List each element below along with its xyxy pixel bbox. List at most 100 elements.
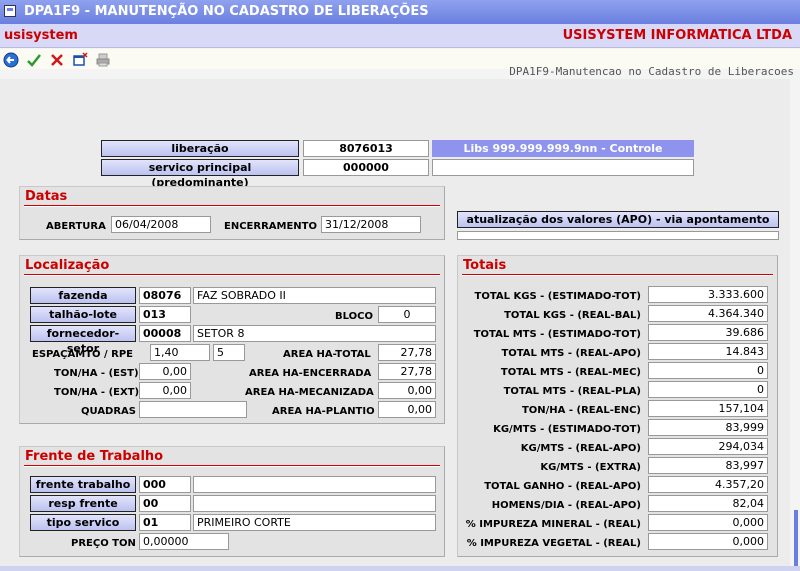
liberacao-field[interactable]: 8076013 <box>303 140 429 157</box>
ton-ext-field[interactable]: 0,00 <box>139 382 191 399</box>
totais-row-label: TON/HA - (REAL-ENC) <box>521 405 641 416</box>
totais-row-label: % IMPUREZA VEGETAL - (REAL) <box>466 538 641 549</box>
totais-row-value: 0,000 <box>648 533 768 550</box>
rpe-field[interactable]: 5 <box>213 344 245 361</box>
servico-description-field <box>432 159 694 176</box>
ton-est-label: TON/HA - (EST) <box>54 368 139 379</box>
area-plantio-label: AREA HA-PLANTIO <box>272 406 375 417</box>
confirm-check-icon[interactable] <box>26 52 42 68</box>
totais-row-value: 83,997 <box>648 457 768 474</box>
totais-row-label: TOTAL MTS - (REAL-APO) <box>501 348 641 359</box>
servico-principal-button[interactable]: servico principal (predominante) <box>101 159 299 189</box>
area-mecanizada-field[interactable]: 0,00 <box>378 382 436 399</box>
totais-row-value: 294,034 <box>648 438 768 455</box>
totais-title: Totais <box>463 258 507 273</box>
libs-info-banner: Libs 999.999.999.9nn - Controle <box>432 140 694 157</box>
tipo-desc-field: PRIMEIRO CORTE <box>193 514 436 531</box>
totais-row-value: 0 <box>648 381 768 398</box>
totais-row-value: 14.843 <box>648 343 768 360</box>
localizacao-panel: Localização fazenda 08076 FAZ SOBRADO II… <box>19 255 445 424</box>
fornecedor-code-field[interactable]: 00008 <box>139 325 191 342</box>
preco-ton-field[interactable]: 0,00000 <box>139 533 229 550</box>
liberacao-button[interactable]: liberação <box>101 140 299 157</box>
cancel-x-icon[interactable] <box>49 52 65 68</box>
window-title: DPA1F9 - MANUTENÇÃO NO CADASTRO DE LIBER… <box>24 4 429 19</box>
totais-row-label: TOTAL MTS - (ESTIMADO-TOT) <box>473 329 641 340</box>
resp-desc-field <box>193 495 436 512</box>
preco-ton-label: PREÇO TON <box>71 538 136 549</box>
talhao-lote-button[interactable]: talhão-lote <box>30 306 136 323</box>
area-total-label: AREA HA-TOTAL <box>283 349 371 360</box>
company-name: USISYSTEM INFORMATICA LTDA <box>562 28 792 43</box>
app-name: usisystem <box>4 28 78 43</box>
encerramento-label: ENCERRAMENTO <box>224 221 317 232</box>
frente-trabalho-panel: Frente de Trabalho frente trabalho 000 r… <box>19 446 445 557</box>
back-icon[interactable] <box>3 52 19 68</box>
totais-row-value: 4.364.340 <box>648 305 768 322</box>
frente-code-field[interactable]: 000 <box>139 476 191 493</box>
totais-row-label: % IMPUREZA MINERAL - (REAL) <box>465 519 641 530</box>
tipo-servico-button[interactable]: tipo servico <box>30 514 136 531</box>
tipo-code-field[interactable]: 01 <box>139 514 191 531</box>
quadras-label: QUADRAS <box>81 406 136 417</box>
totais-row-value: 4.357,20 <box>648 476 768 493</box>
totais-row-label: TOTAL KGS - (ESTIMADO-TOT) <box>474 291 641 302</box>
totais-row-value: 0,000 <box>648 514 768 531</box>
fazenda-name-field: FAZ SOBRADO II <box>193 287 436 304</box>
totais-row-label: KG/MTS - (REAL-APO) <box>520 443 641 454</box>
fazenda-button[interactable]: fazenda <box>30 287 136 304</box>
window-icon <box>4 5 16 17</box>
servico-principal-field[interactable]: 000000 <box>303 159 429 176</box>
totais-panel: Totais TOTAL KGS - (ESTIMADO-TOT) 3.333.6… <box>457 255 778 557</box>
datas-panel: Datas ABERTURA 06/04/2008 ENCERRAMENTO 3… <box>19 186 445 240</box>
abertura-label: ABERTURA <box>46 221 106 232</box>
totais-row-label: TOTAL MTS - (REAL-MEC) <box>500 367 641 378</box>
totais-row-value: 82,04 <box>648 495 768 512</box>
new-window-icon[interactable] <box>72 52 88 68</box>
totais-row-label: TOTAL MTS - (REAL-PLA) <box>503 386 641 397</box>
frente-trabalho-button[interactable]: frente trabalho <box>30 476 136 493</box>
resp-frente-button[interactable]: resp frente <box>30 495 136 512</box>
ton-est-field[interactable]: 0,00 <box>139 363 191 380</box>
apontamento-status-field <box>457 231 779 240</box>
totais-divider <box>462 274 773 276</box>
totais-row-value: 0 <box>648 362 768 379</box>
espacamento-field[interactable]: 1,40 <box>150 344 210 361</box>
area-encerrada-field[interactable]: 27,78 <box>378 363 436 380</box>
quadras-field[interactable] <box>139 401 247 418</box>
print-icon[interactable] <box>95 52 111 68</box>
resp-code-field[interactable]: 00 <box>139 495 191 512</box>
localizacao-divider <box>24 274 440 276</box>
fornecedor-setor-button[interactable]: fornecedor-setor <box>30 325 136 355</box>
talhao-code-field[interactable]: 013 <box>139 306 191 323</box>
totais-row-value: 157,104 <box>648 400 768 417</box>
atualizacao-apontamento-button[interactable]: atualização dos valores (APO) - via apon… <box>457 211 779 228</box>
datas-title: Datas <box>25 189 68 204</box>
ton-ext-label: TON/HA - (EXT) <box>54 387 140 398</box>
screen-subtitle: DPA1F9-Manutencao no Cadastro de Liberac… <box>509 65 794 78</box>
totais-row-value: 3.333.600 <box>648 286 768 303</box>
fazenda-code-field[interactable]: 08076 <box>139 287 191 304</box>
encerramento-field[interactable]: 31/12/2008 <box>321 216 421 233</box>
localizacao-title: Localização <box>25 258 110 273</box>
area-encerrada-label: AREA HA-ENCERRADA <box>249 368 372 379</box>
frente-desc-field <box>193 476 436 493</box>
totais-row-label: KG/MTS - (EXTRA) <box>540 462 641 473</box>
totais-row-label: HOMENS/DIA - (REAL-APO) <box>491 500 641 511</box>
fornecedor-name-field: SETOR 8 <box>193 325 436 342</box>
bloco-field[interactable]: 0 <box>378 306 436 323</box>
espacamento-label: ESPAÇAMTO / RPE <box>32 349 134 360</box>
frente-trabalho-divider <box>24 465 440 467</box>
totais-row-label: TOTAL GANHO - (REAL-APO) <box>484 481 641 492</box>
area-total-field[interactable]: 27,78 <box>378 344 436 361</box>
totais-row-label: KG/MTS - (ESTIMADO-TOT) <box>493 424 641 435</box>
abertura-field[interactable]: 06/04/2008 <box>111 216 211 233</box>
bloco-label: BLOCO <box>335 311 373 322</box>
area-mecanizada-label: AREA HA-MECANIZADA <box>245 387 374 398</box>
scroll-indicator <box>794 510 798 568</box>
totais-row-value: 83,999 <box>648 419 768 436</box>
window-title-bar: DPA1F9 - MANUTENÇÃO NO CADASTRO DE LIBER… <box>0 0 800 24</box>
area-plantio-field[interactable]: 0,00 <box>378 401 436 418</box>
bottom-border <box>0 566 800 571</box>
datas-divider <box>24 205 440 207</box>
